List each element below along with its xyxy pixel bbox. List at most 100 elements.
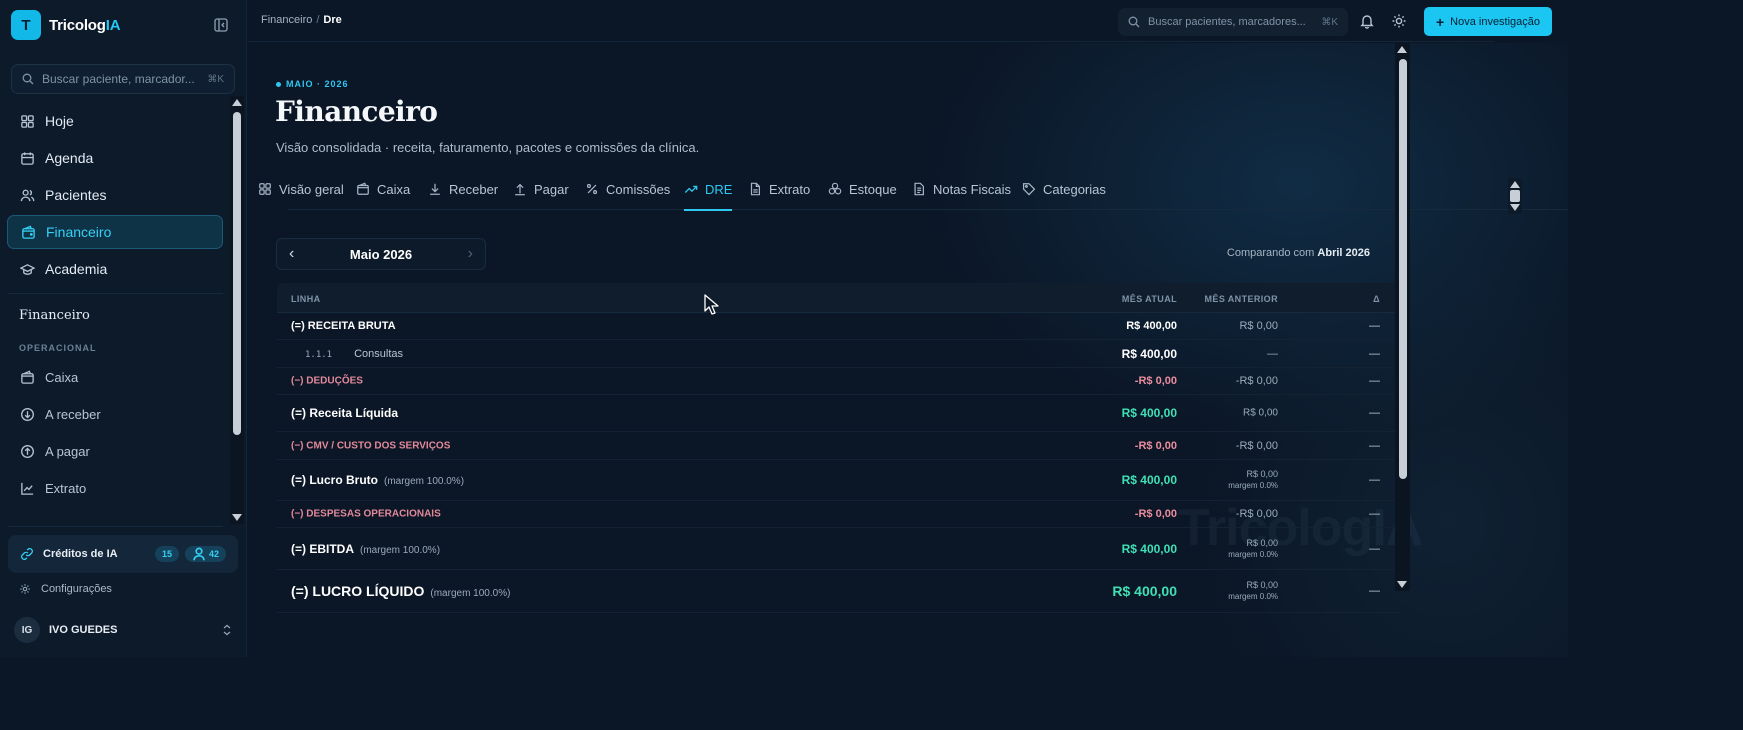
tabs-scroll-down-icon[interactable]	[1510, 204, 1520, 211]
sidebar-item-caixa[interactable]: Caixa	[7, 360, 223, 394]
download-icon	[430, 183, 440, 195]
tab-label: Extrato	[769, 181, 811, 197]
tab-categorias[interactable]: Categorias	[1022, 168, 1106, 210]
column-header-current: MÊS ATUAL	[1121, 294, 1177, 304]
user-name: IVO GUEDES	[49, 624, 118, 636]
row-previous: R$ 0,00	[1242, 407, 1278, 419]
tab-dre[interactable]: DRE	[684, 168, 733, 211]
row-delta: —	[1369, 347, 1380, 360]
sidebar-search-input[interactable]: Buscar paciente, marcador... ⌘K	[11, 64, 235, 94]
tab-caixa[interactable]: Caixa	[356, 168, 410, 210]
breadcrumb-item[interactable]: Financeiro	[261, 14, 312, 26]
dre-table: LINHA MÊS ATUAL MÊS ANTERIOR Δ (=) RECEI…	[277, 283, 1401, 613]
boxes-icon	[828, 182, 842, 195]
tab-label: Estoque	[849, 181, 897, 197]
tab-pagar[interactable]: Pagar	[513, 168, 569, 210]
sidebar-collapse-icon[interactable]	[213, 17, 229, 33]
main-scroll-thumb[interactable]	[1399, 59, 1407, 479]
period-tag-text: MAIO · 2026	[286, 79, 349, 89]
scroll-down-arrow-icon[interactable]	[232, 514, 242, 521]
ai-credits-card[interactable]: Créditos de IA 15 42	[8, 535, 238, 573]
sidebar-item-hoje[interactable]: Hoje	[7, 104, 223, 138]
tabs-scroll-control[interactable]	[1508, 178, 1522, 214]
sidebar-search-shortcut: ⌘K	[207, 73, 224, 85]
ai-credits-label: Créditos de IA	[43, 548, 118, 560]
sidebar-section-subtitle: OPERACIONAL	[19, 343, 97, 353]
users-icon	[20, 189, 35, 201]
sidebar-scrollbar[interactable]	[230, 96, 244, 524]
table-row-lucro-liquido: (=) LUCRO LÍQUIDO (margem 100.0%) R$ 400,…	[277, 570, 1401, 613]
table-row-consultas: 1.1.1 Consultas R$ 400,00 — —	[277, 340, 1401, 368]
row-previous-margin: margem 0.0%	[1228, 481, 1278, 490]
chevron-right-icon[interactable]: ›	[468, 245, 473, 263]
row-margin: (margem 100.0%)	[430, 588, 511, 599]
sidebar-item-extrato[interactable]: Extrato	[7, 471, 223, 505]
status-dot	[276, 81, 281, 87]
app-window: T TricologIA Buscar paciente, marcador..…	[0, 0, 1743, 730]
wallet-icon	[357, 182, 369, 195]
sidebar-item-label: Hoje	[45, 113, 74, 129]
tabs-scroll-thumb[interactable]	[1510, 190, 1520, 202]
scroll-up-arrow-icon[interactable]	[1397, 46, 1407, 53]
row-previous: R$ 0,00 margem 0.0%	[1228, 579, 1278, 603]
row-previous: R$ 0,00 margem 0.0%	[1228, 468, 1278, 492]
credits-count-value: 42	[208, 549, 219, 559]
bell-icon[interactable]	[1359, 13, 1375, 29]
row-current: -R$ 0,00	[1134, 375, 1177, 387]
tab-notas-fiscais[interactable]: Notas Fiscais	[912, 168, 1011, 210]
sun-icon[interactable]	[1391, 13, 1407, 29]
chevron-left-icon[interactable]: ‹	[289, 245, 294, 263]
table-row-ebitda: (=) EBITDA (margem 100.0%) R$ 400,00 R$ 0…	[277, 528, 1401, 570]
table-row-receita-liquida: (=) Receita Líquida R$ 400,00 R$ 0,00 —	[277, 395, 1401, 432]
sidebar-scroll-thumb[interactable]	[233, 112, 241, 435]
row-previous-value: R$ 0,00	[1246, 469, 1278, 479]
finance-subnav: Caixa A receber A pagar Extrato	[7, 360, 223, 508]
row-previous: —	[1267, 347, 1278, 360]
row-label-text: (=) LUCRO LÍQUIDO	[291, 583, 425, 599]
tab-extrato[interactable]: Extrato	[748, 168, 810, 210]
brand[interactable]: T TricologIA	[11, 10, 121, 40]
row-delta: —	[1369, 585, 1380, 597]
tabs-scroll-up-icon[interactable]	[1510, 181, 1520, 188]
scroll-down-arrow-icon[interactable]	[1397, 581, 1407, 588]
sidebar-section-title: Financeiro	[19, 308, 90, 323]
sidebar-item-a-receber[interactable]: A receber	[7, 397, 223, 431]
tag-icon	[1022, 183, 1036, 196]
row-delta: —	[1369, 320, 1380, 332]
row-current: -R$ 0,00	[1134, 439, 1177, 452]
sidebar-item-label: Agenda	[45, 150, 94, 166]
new-investigation-button[interactable]: + Nova investigação	[1424, 7, 1552, 36]
comparison-prefix: Comparando com	[1226, 247, 1315, 259]
tab-estoque[interactable]: Estoque	[828, 168, 897, 210]
row-margin: (margem 100.0%)	[384, 476, 465, 487]
sidebar-item-agenda[interactable]: Agenda	[7, 141, 223, 175]
sidebar-item-label: Academia	[45, 261, 108, 277]
global-search-input[interactable]: Buscar pacientes, marcadores... ⌘K	[1118, 8, 1348, 36]
link-icon	[21, 548, 33, 560]
sidebar-item-a-pagar[interactable]: A pagar	[7, 434, 223, 468]
user-menu[interactable]: IG IVO GUEDES	[14, 617, 232, 643]
tab-visao-geral[interactable]: Visão geral	[258, 168, 344, 210]
wallet-icon	[21, 370, 34, 384]
mouse-cursor-icon	[704, 294, 719, 315]
scroll-up-arrow-icon[interactable]	[232, 99, 242, 106]
wallet-icon	[22, 225, 35, 239]
brand-name-text: Tricolog	[49, 16, 106, 34]
row-previous: R$ 0,00	[1239, 320, 1278, 332]
comparison-period: Abril 2026	[1317, 247, 1370, 259]
tab-comissoes[interactable]: Comissões	[585, 168, 670, 210]
global-search-shortcut: ⌘K	[1321, 16, 1338, 28]
sidebar-item-pacientes[interactable]: Pacientes	[7, 178, 223, 212]
tab-receber[interactable]: Receber	[428, 168, 498, 210]
main-scrollbar[interactable]	[1395, 43, 1410, 591]
sidebar-item-financeiro[interactable]: Financeiro	[7, 215, 223, 249]
main-content: TricologIA MAIO · 2026 Financeiro Visão …	[248, 43, 1568, 657]
sidebar-item-academia[interactable]: Academia	[7, 252, 223, 286]
row-previous: -R$ 0,00	[1235, 508, 1278, 520]
settings-link[interactable]: Configurações	[19, 583, 112, 595]
row-label: (=) Lucro Bruto (margem 100.0%)	[291, 473, 464, 487]
tab-label: Comissões	[606, 181, 671, 197]
breadcrumb-current: Dre	[323, 14, 342, 26]
settings-label: Configurações	[41, 583, 112, 595]
column-header-previous: MÊS ANTERIOR	[1204, 294, 1278, 304]
